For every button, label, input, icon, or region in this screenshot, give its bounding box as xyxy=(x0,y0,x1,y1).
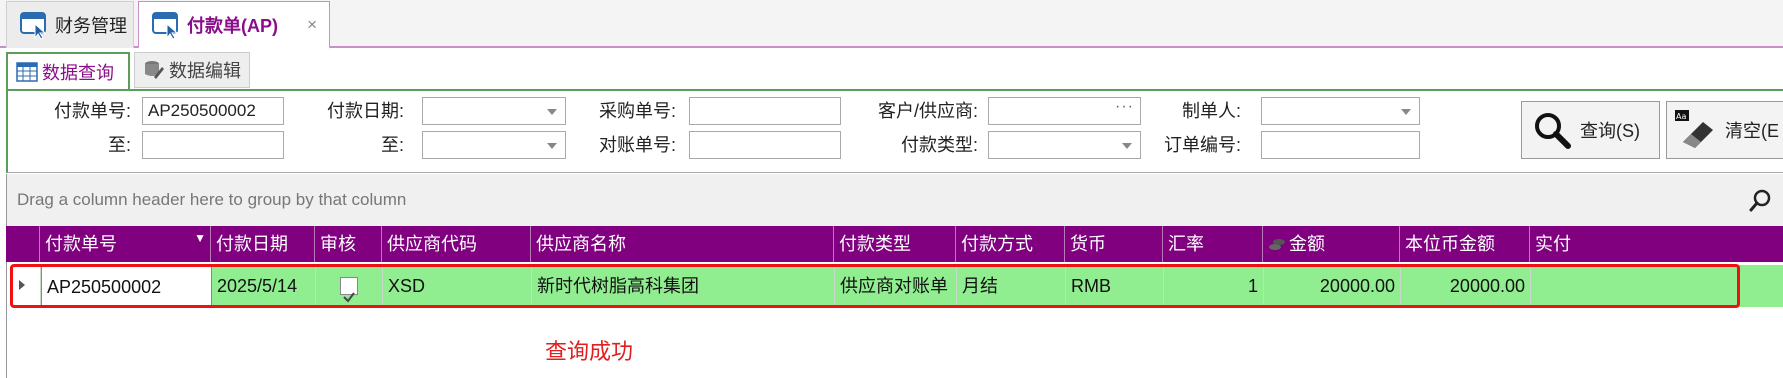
grid-header: 付款单号 ▼ 付款日期 审核 供应商代码 供应商名称 付款类型 付款方式 货币 汇… xyxy=(6,226,1783,262)
tab-label: 财务管理 xyxy=(55,16,127,36)
chevron-down-icon xyxy=(1401,109,1411,115)
cell-payment-no[interactable]: AP250500002 xyxy=(41,265,212,307)
column-header[interactable]: 审核 xyxy=(315,226,382,262)
cell-payment-date[interactable]: 2025/5/14 xyxy=(212,265,316,307)
payment-date-label: 付款日期: xyxy=(326,101,404,121)
chevron-down-icon xyxy=(547,143,557,149)
window-cursor-icon xyxy=(20,12,47,40)
customer-supplier-label: 客户/供应商: xyxy=(877,101,978,121)
column-header[interactable]: 供应商名称 xyxy=(531,226,834,262)
tab-data-query[interactable]: 数据查询 xyxy=(6,52,130,90)
cell-payment-method[interactable]: 月结 xyxy=(957,265,1066,307)
customer-supplier-picker[interactable]: ··· xyxy=(988,97,1141,125)
window-cursor-icon xyxy=(152,11,179,40)
query-button[interactable]: 查询(S) xyxy=(1521,101,1660,159)
cell-supplier-code[interactable]: XSD xyxy=(383,265,532,307)
payment-type-label: 付款类型: xyxy=(900,135,978,155)
grid-body: AP250500002 2025/5/14 XSD 新时代树脂高科集团 供应商对… xyxy=(6,262,1783,378)
clear-button-label: 清空(E xyxy=(1725,121,1779,141)
annotation-text: 查询成功 xyxy=(545,339,634,364)
tab-label: 数据查询 xyxy=(42,63,114,83)
order-no-input[interactable] xyxy=(1261,131,1420,159)
group-by-panel[interactable]: Drag a column header here to group by th… xyxy=(6,174,1783,226)
audit-checkbox[interactable] xyxy=(340,277,358,303)
payment-no-to-input[interactable] xyxy=(142,131,284,159)
row-pointer-icon xyxy=(19,280,25,290)
column-header[interactable]: 汇率 xyxy=(1163,226,1263,262)
column-header[interactable]: 付款方式 xyxy=(956,226,1065,262)
cell-currency[interactable]: RMB xyxy=(1066,265,1164,307)
filter-icon[interactable]: ▼ xyxy=(194,226,206,256)
grid-table-icon xyxy=(16,62,38,82)
query-button-label: 查询(S) xyxy=(1580,121,1640,141)
table-row[interactable]: AP250500002 2025/5/14 XSD 新时代树脂高科集团 供应商对… xyxy=(7,265,1783,307)
column-header[interactable]: 付款单号 ▼ xyxy=(40,226,211,262)
payment-date-from-dropdown[interactable] xyxy=(422,97,566,125)
tab-payment-ap[interactable]: 付款单(AP) × xyxy=(138,1,330,49)
column-header[interactable]: 付款类型 xyxy=(834,226,956,262)
cell-paid[interactable] xyxy=(1531,265,1783,307)
database-edit-icon xyxy=(145,61,164,79)
coins-icon xyxy=(1269,239,1285,250)
maker-dropdown[interactable] xyxy=(1261,97,1420,125)
tab-data-edit[interactable]: 数据编辑 xyxy=(134,52,250,88)
cell-amount[interactable]: 20000.00 xyxy=(1264,265,1401,307)
cell-payment-type[interactable]: 供应商对账单 xyxy=(835,265,957,307)
magnifier-icon xyxy=(1535,113,1571,149)
reconcile-no-input[interactable] xyxy=(689,131,841,159)
maker-label: 制单人: xyxy=(1181,101,1241,121)
tab-label: 付款单(AP) xyxy=(187,15,278,36)
search-icon[interactable] xyxy=(1749,188,1773,212)
cell-base-amount[interactable]: 20000.00 xyxy=(1401,265,1531,307)
order-no-label: 订单编号: xyxy=(1163,135,1241,155)
check-icon xyxy=(343,292,355,303)
group-hint-text: Drag a column header here to group by th… xyxy=(17,190,407,209)
chevron-down-icon xyxy=(1122,143,1132,149)
cell-audited[interactable] xyxy=(316,265,383,307)
row-indicator[interactable] xyxy=(7,265,41,307)
purchase-no-label: 采购单号: xyxy=(598,101,676,121)
reconcile-no-label: 对账单号: xyxy=(598,135,676,155)
payment-no-from-input[interactable]: AP250500002 xyxy=(142,97,284,125)
query-panel: 付款单号: AP250500002 付款日期: 采购单号: 客户/供应商: ··… xyxy=(6,89,1783,173)
clear-button[interactable]: Aa 清空(E xyxy=(1666,101,1783,159)
column-header[interactable]: 付款日期 xyxy=(211,226,315,262)
cell-rate[interactable]: 1 xyxy=(1164,265,1264,307)
ellipsis-icon[interactable]: ··· xyxy=(1115,94,1134,120)
purchase-no-input[interactable] xyxy=(689,97,841,125)
payment-date-to-label: 至: xyxy=(380,135,404,155)
column-header[interactable]: 实付 xyxy=(1530,226,1783,262)
column-header[interactable]: 金额 xyxy=(1263,226,1400,262)
document-tab-strip: 财务管理 付款单(AP) × xyxy=(0,0,1783,49)
close-icon[interactable]: × xyxy=(307,15,317,35)
row-indicator-header xyxy=(6,226,40,262)
payment-no-label: 付款单号: xyxy=(53,101,131,121)
payment-date-to-dropdown[interactable] xyxy=(422,131,566,159)
column-header[interactable]: 货币 xyxy=(1065,226,1163,262)
svg-text:Aa: Aa xyxy=(1676,112,1686,121)
chevron-down-icon xyxy=(547,109,557,115)
payment-no-to-label: 至: xyxy=(107,135,131,155)
column-header[interactable]: 本位币金额 xyxy=(1400,226,1530,262)
cell-supplier-name[interactable]: 新时代树脂高科集团 xyxy=(532,265,835,307)
payment-type-dropdown[interactable] xyxy=(988,131,1141,159)
tab-finance-management[interactable]: 财务管理 xyxy=(6,1,134,48)
tab-label: 数据编辑 xyxy=(169,61,241,81)
eraser-icon: Aa xyxy=(1675,110,1713,148)
column-header[interactable]: 供应商代码 xyxy=(382,226,531,262)
